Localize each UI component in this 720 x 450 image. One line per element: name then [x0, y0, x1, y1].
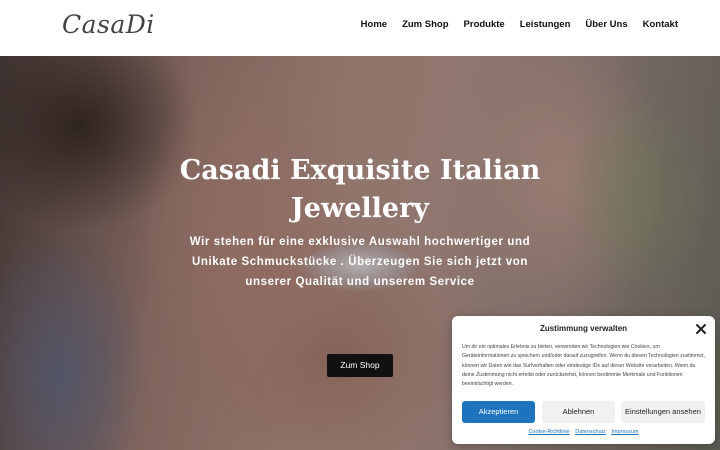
consent-body-text: Um dir ein optimales Erlebnis zu bieten,… [462, 344, 705, 388]
hero-title: Casadi Exquisite Italian Jewellery [179, 155, 541, 224]
consent-links: Cookie-Richtlinie Datenschutz Impressum [452, 428, 715, 437]
nav-item-kontakt[interactable]: Kontakt [643, 18, 678, 32]
cookie-policy-link[interactable]: Cookie-Richtlinie [528, 429, 569, 435]
accept-button[interactable]: Akzeptieren [462, 401, 535, 423]
view-settings-button[interactable]: Einstellungen ansehen [621, 401, 705, 423]
close-icon[interactable] [695, 322, 707, 334]
nav-item-home[interactable]: Home [361, 18, 387, 32]
imprint-link[interactable]: Impressum [611, 429, 638, 435]
nav-item-ueber-uns[interactable]: Über Uns [585, 18, 627, 32]
nav-item-produkte[interactable]: Produkte [464, 18, 505, 32]
zum-shop-button[interactable]: Zum Shop [327, 354, 393, 377]
consent-title: Zustimmung verwalten [539, 324, 628, 333]
site-header: CasaDi Home Zum Shop Produkte Leistungen… [0, 0, 720, 56]
site-logo[interactable]: CasaDi [62, 8, 155, 42]
reject-button[interactable]: Ablehnen [542, 401, 615, 423]
nav-item-leistungen[interactable]: Leistungen [520, 18, 571, 32]
hero-subtitle: Wir stehen für eine exklusive Auswahl ho… [189, 236, 531, 288]
cookie-consent-dialog: Zustimmung verwalten Um dir ein optimale… [452, 316, 715, 444]
nav-item-zum-shop[interactable]: Zum Shop [402, 18, 448, 32]
privacy-link[interactable]: Datenschutz [575, 429, 606, 435]
main-nav: Home Zum Shop Produkte Leistungen Über U… [361, 18, 678, 32]
